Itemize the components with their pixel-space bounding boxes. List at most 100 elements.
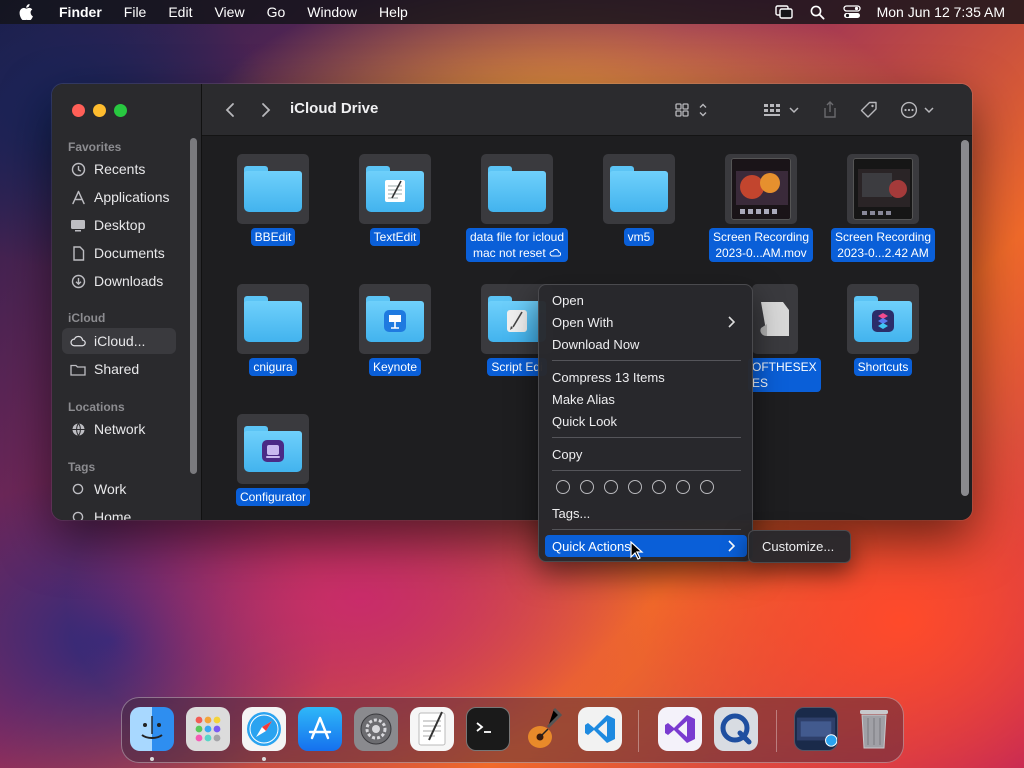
textedit-icon[interactable] bbox=[410, 707, 454, 751]
share-icon[interactable] bbox=[820, 100, 840, 120]
sidebar-item-shared[interactable]: Shared bbox=[62, 356, 176, 382]
menu-bar: Finder File Edit View Go Window Help Mon… bbox=[0, 0, 1024, 24]
file-item-cnigura[interactable]: cnigura bbox=[218, 284, 328, 376]
file-item-configurator[interactable]: Configurator bbox=[218, 414, 328, 506]
tag-dot-1[interactable] bbox=[556, 480, 570, 494]
menu-view[interactable]: View bbox=[214, 4, 244, 20]
visual-studio-icon[interactable] bbox=[658, 707, 702, 751]
menu-item-open-with[interactable]: Open With bbox=[545, 311, 747, 333]
shared-folder-icon bbox=[70, 361, 86, 377]
content-scrollbar[interactable] bbox=[961, 140, 969, 496]
menu-go[interactable]: Go bbox=[267, 4, 286, 20]
file-item-shortcuts[interactable]: Shortcuts bbox=[828, 284, 938, 376]
menu-item-tags[interactable]: Tags... bbox=[545, 502, 747, 524]
sidebar-item-icloud-drive[interactable]: iCloud... bbox=[62, 328, 176, 354]
file-label: data file for icloud mac not reset bbox=[465, 228, 569, 262]
folder-icon bbox=[481, 154, 553, 224]
app-store-icon[interactable] bbox=[298, 707, 342, 751]
forward-chevron-icon[interactable] bbox=[258, 100, 274, 120]
finder-icon[interactable] bbox=[130, 707, 174, 751]
screen-mirroring-icon[interactable] bbox=[774, 4, 793, 20]
tag-icon[interactable] bbox=[859, 100, 879, 120]
menu-window[interactable]: Window bbox=[307, 4, 357, 20]
menu-item-quick-look[interactable]: Quick Look bbox=[545, 410, 747, 432]
sidebar-item-label: Network bbox=[94, 421, 146, 437]
menu-item-label: Open With bbox=[552, 314, 614, 330]
zoom-window-button[interactable] bbox=[114, 104, 127, 117]
vscode-icon[interactable] bbox=[578, 707, 622, 751]
menu-finder[interactable]: Finder bbox=[59, 4, 102, 20]
file-item-bbedit[interactable]: BBEdit bbox=[218, 154, 328, 246]
menu-item-open[interactable]: Open bbox=[545, 289, 747, 311]
sidebar-item-recents[interactable]: Recents bbox=[62, 156, 176, 182]
file-item-data-file[interactable]: data file for icloud mac not reset bbox=[462, 154, 572, 262]
sidebar-item-label: iCloud... bbox=[94, 333, 146, 349]
sidebar-tag-work[interactable]: Work bbox=[62, 476, 176, 502]
tag-dot-3[interactable] bbox=[604, 480, 618, 494]
file-label: OFTHESEX ES bbox=[748, 358, 821, 392]
desktop-icon bbox=[70, 217, 86, 233]
screen-recording-preview-icon[interactable] bbox=[794, 707, 838, 751]
tag-dot-7[interactable] bbox=[700, 480, 714, 494]
menu-item-quick-actions[interactable]: Quick Actions bbox=[545, 535, 747, 557]
file-item-screen-recording-1[interactable]: Screen Recording 2023-0...AM.mov bbox=[706, 154, 816, 262]
sidebar-item-applications[interactable]: Applications bbox=[62, 184, 176, 210]
context-menu: Open Open With Download Now Compress 13 … bbox=[538, 284, 753, 562]
spotlight-search-icon[interactable] bbox=[809, 4, 827, 20]
mouse-cursor-icon bbox=[630, 541, 644, 560]
menu-item-make-alias[interactable]: Make Alias bbox=[545, 388, 747, 410]
chevron-right-icon bbox=[728, 540, 735, 552]
menu-item-customize[interactable]: Customize... bbox=[762, 539, 834, 554]
sidebar-tag-home[interactable]: Home bbox=[62, 504, 176, 520]
file-label: TextEdit bbox=[369, 228, 421, 246]
system-settings-icon[interactable] bbox=[354, 707, 398, 751]
file-item-ofthesexes[interactable]: OFTHESEX ES bbox=[748, 284, 821, 392]
minimize-window-button[interactable] bbox=[93, 104, 106, 117]
file-item-textedit[interactable]: TextEdit bbox=[340, 154, 450, 246]
file-label: Configurator bbox=[235, 488, 311, 506]
tag-dot-5[interactable] bbox=[652, 480, 666, 494]
download-icon bbox=[70, 273, 86, 289]
menu-file[interactable]: File bbox=[124, 4, 147, 20]
quicktime-icon[interactable] bbox=[714, 707, 758, 751]
clock-icon bbox=[70, 161, 86, 177]
garageband-icon[interactable] bbox=[522, 707, 566, 751]
control-center-icon[interactable] bbox=[842, 4, 861, 20]
apple-menu-icon[interactable] bbox=[19, 4, 41, 20]
menu-item-download-now[interactable]: Download Now bbox=[545, 333, 747, 355]
sidebar-item-label: Documents bbox=[94, 245, 165, 261]
file-item-vm5[interactable]: vm5 bbox=[584, 154, 694, 246]
tag-dot-2[interactable] bbox=[580, 480, 594, 494]
file-item-screen-recording-2[interactable]: Screen Recording 2023-0...2.42 AM bbox=[828, 154, 938, 262]
menu-item-compress[interactable]: Compress 13 Items bbox=[545, 366, 747, 388]
sidebar-item-label: Downloads bbox=[94, 273, 164, 289]
sidebar-item-downloads[interactable]: Downloads bbox=[62, 268, 176, 294]
tag-dot-6[interactable] bbox=[676, 480, 690, 494]
menubar-clock[interactable]: Mon Jun 12 7:35 AM bbox=[877, 4, 1005, 20]
close-window-button[interactable] bbox=[72, 104, 85, 117]
sidebar-item-label: Work bbox=[94, 481, 127, 497]
menu-help[interactable]: Help bbox=[379, 4, 408, 20]
icloud-download-icon bbox=[549, 249, 562, 257]
tag-dot-4[interactable] bbox=[628, 480, 642, 494]
sidebar-item-network[interactable]: Network bbox=[62, 416, 176, 442]
sidebar-scrollbar[interactable] bbox=[190, 138, 197, 474]
sidebar-header-favorites: Favorites bbox=[68, 140, 122, 154]
more-actions-icon[interactable] bbox=[899, 100, 937, 120]
back-chevron-icon[interactable] bbox=[222, 100, 238, 120]
view-mode-icon[interactable] bbox=[674, 100, 710, 120]
sidebar-header-tags: Tags bbox=[68, 460, 96, 474]
terminal-icon[interactable] bbox=[466, 707, 510, 751]
sidebar-item-documents[interactable]: Documents bbox=[62, 240, 176, 266]
sidebar-item-desktop[interactable]: Desktop bbox=[62, 212, 176, 238]
file-item-keynote[interactable]: Keynote bbox=[340, 284, 450, 376]
group-by-icon[interactable] bbox=[762, 100, 802, 120]
trash-icon[interactable] bbox=[852, 707, 896, 751]
file-label: Shortcuts bbox=[853, 358, 913, 376]
launchpad-icon[interactable] bbox=[186, 707, 230, 751]
menu-edit[interactable]: Edit bbox=[168, 4, 192, 20]
menu-separator bbox=[552, 470, 741, 471]
menu-item-copy[interactable]: Copy bbox=[545, 443, 747, 465]
safari-icon[interactable] bbox=[242, 707, 286, 751]
dock-divider bbox=[638, 710, 639, 752]
